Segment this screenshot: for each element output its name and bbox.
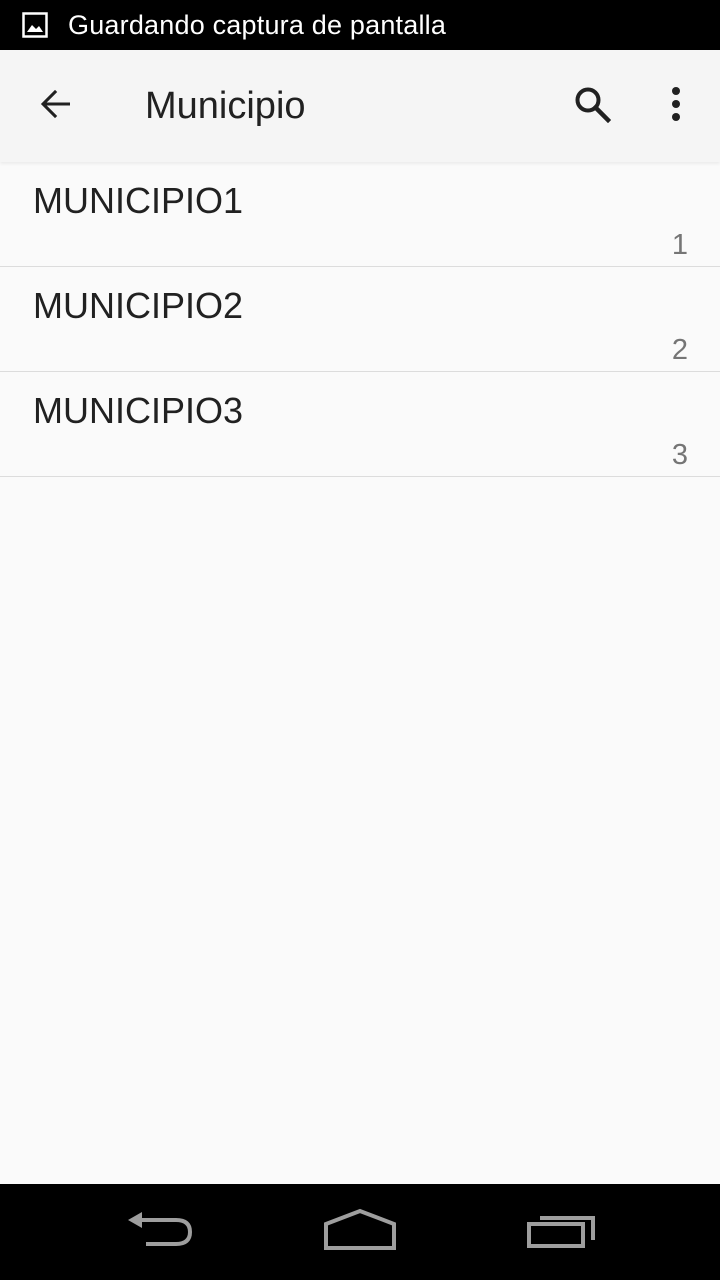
navigation-bar [0, 1184, 720, 1280]
list-item-name: MUNICIPIO2 [33, 285, 244, 326]
nav-back-icon [124, 1210, 196, 1255]
search-button[interactable] [560, 78, 624, 134]
search-icon [573, 85, 612, 128]
nav-home-icon [322, 1208, 398, 1257]
nav-back-button[interactable] [110, 1198, 210, 1266]
status-notification-text: Guardando captura de pantalla [68, 9, 447, 40]
image-icon [22, 12, 48, 38]
page-title: Municipio [145, 85, 306, 127]
list-item-name: MUNICIPIO3 [33, 390, 244, 431]
arrow-back-icon [38, 86, 74, 127]
list-item-code: 3 [671, 439, 688, 471]
municipio-list: MUNICIPIO1 1 MUNICIPIO2 2 MUNICIPIO3 3 [0, 162, 720, 477]
list-item-name: MUNICIPIO1 [33, 180, 244, 221]
app-bar: Municipio [0, 50, 720, 162]
list-item-code: 1 [671, 229, 688, 261]
list-item-code: 2 [671, 334, 688, 366]
list-item[interactable]: MUNICIPIO2 2 [0, 267, 720, 372]
back-button[interactable] [24, 78, 88, 134]
nav-recents-button[interactable] [512, 1198, 612, 1266]
nav-recents-icon [526, 1210, 598, 1255]
status-bar: Guardando captura de pantalla [0, 0, 720, 50]
more-vert-icon [671, 86, 681, 127]
overflow-menu-button[interactable] [650, 78, 702, 134]
list-item[interactable]: MUNICIPIO1 1 [0, 162, 720, 267]
list-item[interactable]: MUNICIPIO3 3 [0, 372, 720, 477]
nav-home-button[interactable] [310, 1198, 410, 1266]
